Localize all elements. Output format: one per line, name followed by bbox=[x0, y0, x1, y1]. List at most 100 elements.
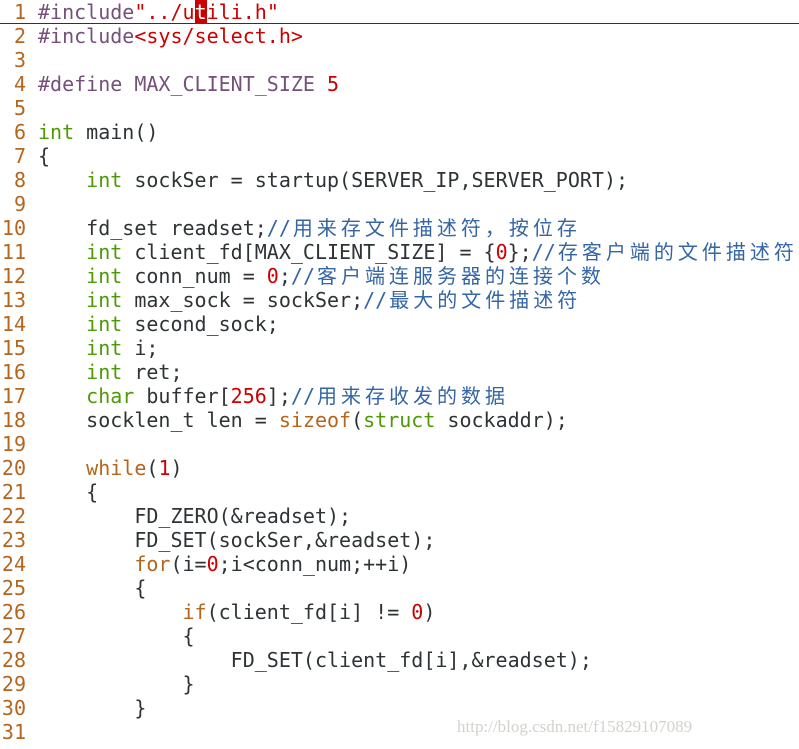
code-token: sockaddr); bbox=[435, 408, 568, 432]
code-line[interactable]: 19 bbox=[0, 432, 799, 456]
code-line[interactable]: 27 { bbox=[0, 624, 799, 648]
line-number: 18 bbox=[1, 408, 26, 432]
code-line[interactable]: 11 int client_fd[MAX_CLIENT_SIZE] = {0};… bbox=[0, 240, 799, 264]
code-token: }; bbox=[507, 240, 532, 264]
code-line[interactable]: 16 int ret; bbox=[0, 360, 799, 384]
code-line[interactable]: 15 int i; bbox=[0, 336, 799, 360]
code-line[interactable]: 4 #define MAX_CLIENT_SIZE 5 bbox=[0, 72, 799, 96]
code-line[interactable]: 18 socklen_t len = sizeof(struct sockadd… bbox=[0, 408, 799, 432]
code-line[interactable]: 17 char buffer[256];//用来存收发的数据 bbox=[0, 384, 799, 408]
code-line[interactable]: 13 int max_sock = sockSer;//最大的文件描述符 bbox=[0, 288, 799, 312]
code-token: int bbox=[86, 288, 123, 312]
code-token: int bbox=[86, 312, 123, 336]
code-token: ;i<conn_num;++i) bbox=[218, 552, 412, 576]
code-token: } bbox=[38, 696, 147, 720]
line-number: 8 bbox=[13, 168, 26, 192]
code-token: 0 bbox=[266, 264, 279, 288]
code-line[interactable]: 22 FD_ZERO(&readset); bbox=[0, 504, 799, 528]
code-line[interactable]: 9 bbox=[0, 192, 799, 216]
code-token: (client_fd[i] != bbox=[206, 600, 412, 624]
code-token: int bbox=[86, 360, 123, 384]
code-token: //客户端连服务器的连接个数 bbox=[290, 264, 601, 288]
code-token: } bbox=[38, 672, 195, 696]
code-line[interactable]: 25 { bbox=[0, 576, 799, 600]
line-number: 7 bbox=[13, 144, 26, 168]
line-number: 23 bbox=[1, 528, 26, 552]
code-line[interactable]: 10 fd_set readset;//用来存文件描述符，按位存 bbox=[0, 216, 799, 240]
code-line[interactable]: 2 #include<sys/select.h> bbox=[0, 24, 799, 48]
line-number: 9 bbox=[13, 192, 26, 216]
code-token: //最大的文件描述符 bbox=[363, 288, 578, 312]
code-token: { bbox=[38, 144, 51, 168]
code-line[interactable]: 26 if(client_fd[i] != 0) bbox=[0, 600, 799, 624]
code-token: char bbox=[86, 384, 135, 408]
code-token: //用来存文件描述符，按位存 bbox=[266, 216, 577, 240]
code-token: int bbox=[86, 264, 123, 288]
code-line[interactable]: 12 int conn_num = 0;//客户端连服务器的连接个数 bbox=[0, 264, 799, 288]
code-line[interactable]: 5 bbox=[0, 96, 799, 120]
code-line[interactable]: 8 int sockSer = startup(SERVER_IP,SERVER… bbox=[0, 168, 799, 192]
code-line[interactable]: 21 { bbox=[0, 480, 799, 504]
code-line[interactable]: 7{ bbox=[0, 144, 799, 168]
line-number: 4 bbox=[13, 72, 26, 96]
code-token: int bbox=[86, 336, 123, 360]
code-token: ( bbox=[351, 408, 364, 432]
code-line[interactable]: 29 } bbox=[0, 672, 799, 696]
code-token: sizeof bbox=[278, 408, 352, 432]
code-token: //存客户端的文件描述符 bbox=[531, 240, 794, 264]
code-token: ; bbox=[278, 264, 291, 288]
code-token: ) bbox=[170, 456, 183, 480]
code-token: FD_SET(client_fd[i],&readset); bbox=[38, 648, 592, 672]
line-number: 24 bbox=[1, 552, 26, 576]
code-token: ) bbox=[423, 600, 436, 624]
code-token: max_sock = sockSer; bbox=[122, 288, 364, 312]
code-token: #define MAX_CLIENT_SIZE bbox=[38, 72, 327, 96]
line-number: 2 bbox=[13, 24, 26, 48]
line-number: 5 bbox=[13, 96, 26, 120]
code-token: for bbox=[134, 552, 171, 576]
code-token: if bbox=[182, 600, 207, 624]
code-token: 1 bbox=[158, 456, 171, 480]
line-number: 22 bbox=[1, 504, 26, 528]
code-line[interactable]: 3 bbox=[0, 48, 799, 72]
code-token: //用来存收发的数据 bbox=[290, 384, 505, 408]
code-token: second_sock; bbox=[122, 312, 279, 336]
code-line[interactable]: 24 for(i=0;i<conn_num;++i) bbox=[0, 552, 799, 576]
code-line[interactable]: 28 FD_SET(client_fd[i],&readset); bbox=[0, 648, 799, 672]
code-token: ]; bbox=[266, 384, 291, 408]
code-token: sockSer = startup(SERVER_IP,SERVER_PORT)… bbox=[122, 168, 629, 192]
code-token: main() bbox=[74, 120, 159, 144]
code-token: conn_num = bbox=[122, 264, 267, 288]
code-token: client_fd[MAX_CLIENT_SIZE] = { bbox=[122, 240, 496, 264]
code-line[interactable]: 20 while(1) bbox=[0, 456, 799, 480]
line-number: 3 bbox=[13, 48, 26, 72]
line-number: 11 bbox=[1, 240, 26, 264]
code-token: i; bbox=[122, 336, 159, 360]
line-number: 28 bbox=[1, 648, 26, 672]
code-line[interactable]: 6 int main() bbox=[0, 120, 799, 144]
code-line[interactable]: 23 FD_SET(sockSer,&readset); bbox=[0, 528, 799, 552]
line-number: 10 bbox=[1, 216, 26, 240]
code-token: 0 bbox=[495, 240, 508, 264]
text-cursor: t bbox=[194, 0, 207, 24]
code-token: while bbox=[86, 456, 147, 480]
code-token: <sys/select.h> bbox=[134, 24, 303, 48]
code-token: #include bbox=[38, 0, 135, 24]
code-token: "../utili.h" bbox=[134, 0, 279, 24]
code-line[interactable]: 14 int second_sock; bbox=[0, 312, 799, 336]
code-token: #include bbox=[38, 24, 135, 48]
code-token: { bbox=[38, 480, 99, 504]
code-line[interactable]: 1 #include"../utili.h" bbox=[0, 0, 799, 24]
line-number: 17 bbox=[1, 384, 26, 408]
code-token: (i= bbox=[170, 552, 207, 576]
code-token: ( bbox=[146, 456, 159, 480]
